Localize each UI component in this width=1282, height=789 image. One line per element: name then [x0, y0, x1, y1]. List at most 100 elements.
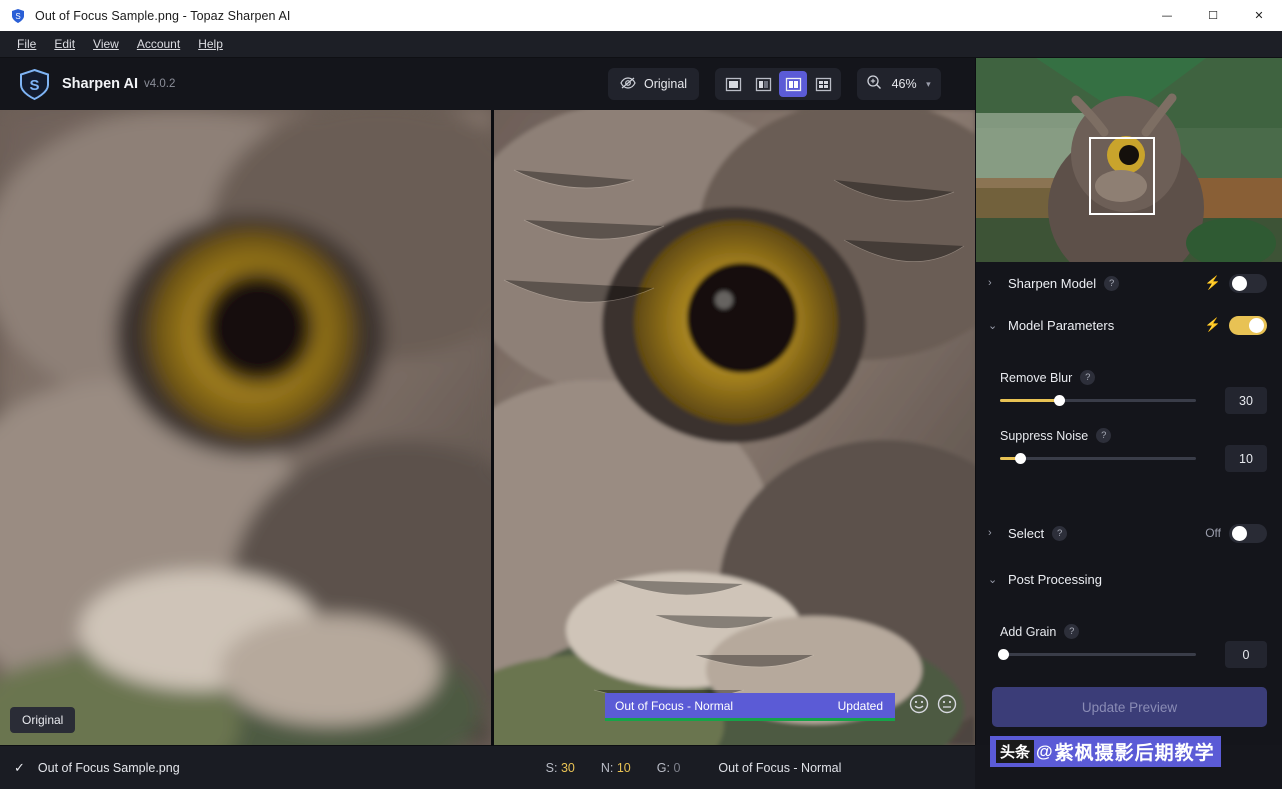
slider-add-grain: Add Grain ? 0	[976, 624, 1282, 668]
chevron-down-icon[interactable]: ▾	[926, 79, 931, 90]
close-icon: ✕	[1254, 9, 1264, 22]
watermark-text: 紫枫摄影后期教学	[1054, 742, 1215, 764]
section-model-parameters[interactable]: ⌄ Model Parameters ⚡	[976, 304, 1282, 346]
select-title: Select	[1008, 525, 1045, 541]
model-parameters-toggle[interactable]	[1229, 315, 1267, 335]
remove-blur-slider[interactable]	[1000, 395, 1196, 406]
smiley-happy-icon[interactable]	[909, 694, 929, 719]
original-toggle-button[interactable]: Original	[608, 68, 700, 100]
slider-suppress-noise: Suppress Noise ? 10	[976, 428, 1282, 472]
minimize-button[interactable]: —	[1144, 0, 1190, 31]
suppress-noise-label: Suppress Noise	[1000, 428, 1089, 443]
watermark-at: @	[1036, 741, 1053, 761]
sharpen-model-toggle[interactable]	[1229, 273, 1267, 293]
add-grain-help-icon[interactable]: ?	[1064, 624, 1080, 639]
section-sharpen-model[interactable]: › Sharpen Model ? ⚡	[976, 262, 1282, 304]
suppress-noise-thumb[interactable]	[1014, 453, 1026, 464]
post-processing-title: Post Processing	[1008, 571, 1102, 587]
remove-blur-head: Remove Blur ?	[1000, 370, 1267, 385]
title-bar: S Out of Focus Sample.png - Topaz Sharpe…	[0, 0, 1282, 31]
toggle-knob	[1232, 525, 1247, 541]
comparison-status-label: Updated	[837, 698, 883, 713]
product-version: v4.0.2	[144, 78, 176, 90]
comparison-status-bar: Out of Focus - Normal Updated	[605, 693, 895, 721]
menu-help-label: Help	[198, 37, 223, 51]
model-parameters-title: Model Parameters	[1008, 317, 1115, 333]
preview-viewport-rect[interactable]	[1089, 137, 1155, 215]
comparison-model-label: Out of Focus - Normal	[615, 698, 734, 713]
menu-item-view[interactable]: View	[84, 34, 128, 54]
suppress-noise-help-icon[interactable]: ?	[1096, 428, 1112, 443]
view-mode-group	[715, 68, 842, 100]
metric-noise-key: N:	[600, 760, 614, 775]
metric-grain-value: 0	[673, 760, 681, 775]
update-preview-button[interactable]: Update Preview	[992, 687, 1267, 727]
view-mode-grid[interactable]	[809, 71, 837, 97]
slider-remove-blur: Remove Blur ? 30	[976, 370, 1282, 414]
zoom-in-icon[interactable]	[866, 74, 882, 95]
view-mode-side-by-side[interactable]	[779, 71, 808, 97]
menu-bar: File Edit View Account Help	[0, 31, 1282, 58]
metric-sharpen-key: S:	[545, 760, 558, 775]
status-filename[interactable]: Out of Focus Sample.png	[38, 761, 180, 775]
zoom-control[interactable]: 46% ▾	[857, 68, 941, 100]
menu-item-file[interactable]: File	[8, 34, 45, 54]
close-button[interactable]: ✕	[1236, 0, 1282, 31]
toggle-knob	[1232, 275, 1247, 291]
original-badge: Original	[10, 707, 76, 733]
remove-blur-thumb[interactable]	[1053, 395, 1065, 406]
remove-blur-help-icon[interactable]: ?	[1080, 370, 1096, 385]
status-bar: ✓ Out of Focus Sample.png S: 30 N: 10 G:…	[0, 745, 975, 789]
sharpen-model-help-icon[interactable]: ?	[1104, 275, 1120, 291]
select-toggle[interactable]	[1229, 523, 1267, 543]
metric-grain: G: 0	[657, 761, 681, 775]
menu-item-edit[interactable]: Edit	[45, 34, 84, 54]
watermark-overlay: 头条 @ 紫枫摄影后期教学	[990, 736, 1221, 767]
suppress-noise-value[interactable]: 10	[1225, 445, 1267, 472]
suppress-noise-slider[interactable]	[1000, 453, 1196, 464]
auto-bolt-icon[interactable]: ⚡	[1205, 317, 1221, 333]
file-check-icon: ✓	[14, 759, 25, 775]
metric-grain-key: G:	[656, 760, 670, 775]
product-name: Sharpen AI	[62, 76, 139, 92]
chevron-right-icon[interactable]: ›	[988, 527, 1004, 539]
chevron-down-icon[interactable]: ⌄	[988, 573, 1004, 586]
menu-edit-label: Edit	[54, 37, 76, 51]
svg-text:S: S	[15, 12, 20, 21]
navigator-preview[interactable]	[976, 58, 1282, 262]
select-state-label: Off	[1205, 526, 1221, 540]
original-image-pane[interactable]: Original	[0, 110, 491, 745]
minimize-icon: —	[1161, 9, 1173, 22]
model-parameters-controls: ⚡	[1205, 315, 1267, 335]
section-select[interactable]: › Select ? Off	[976, 512, 1282, 554]
brand: S Sharpen AI v4.0.2	[18, 68, 175, 101]
maximize-button[interactable]: ☐	[1190, 0, 1236, 31]
maximize-icon: ☐	[1208, 9, 1218, 22]
chevron-right-icon[interactable]: ›	[988, 277, 1004, 289]
smiley-neutral-icon[interactable]	[937, 694, 957, 719]
pane-divider[interactable]	[491, 110, 494, 745]
view-mode-split[interactable]	[749, 71, 777, 97]
remove-blur-value[interactable]: 30	[1225, 387, 1267, 414]
auto-bolt-icon[interactable]: ⚡	[1205, 275, 1221, 291]
metric-noise-value: 10	[616, 760, 631, 775]
select-controls: Off	[1205, 523, 1267, 543]
feedback-icons	[909, 694, 957, 719]
image-canvas[interactable]: Original Out of Focus - Normal Updated	[0, 110, 975, 745]
topaz-shield-icon: S	[10, 8, 26, 24]
processed-image-pane[interactable]	[494, 110, 975, 745]
toolbar: Original 46% ▾	[608, 68, 941, 100]
add-grain-slider[interactable]	[998, 649, 1196, 660]
menu-item-account[interactable]: Account	[128, 34, 189, 54]
chevron-down-icon[interactable]: ⌄	[988, 319, 1004, 332]
view-mode-single[interactable]	[719, 71, 747, 97]
select-help-icon[interactable]: ?	[1052, 525, 1068, 541]
menu-item-help[interactable]: Help	[189, 34, 232, 54]
add-grain-value[interactable]: 0	[1225, 641, 1267, 668]
section-post-processing[interactable]: ⌄ Post Processing	[976, 558, 1282, 600]
add-grain-row: 0	[998, 641, 1267, 668]
add-grain-thumb[interactable]	[998, 649, 1009, 660]
toggle-knob	[1249, 317, 1264, 333]
owl-sharpened-image	[494, 110, 975, 745]
original-label: Original	[644, 77, 688, 91]
